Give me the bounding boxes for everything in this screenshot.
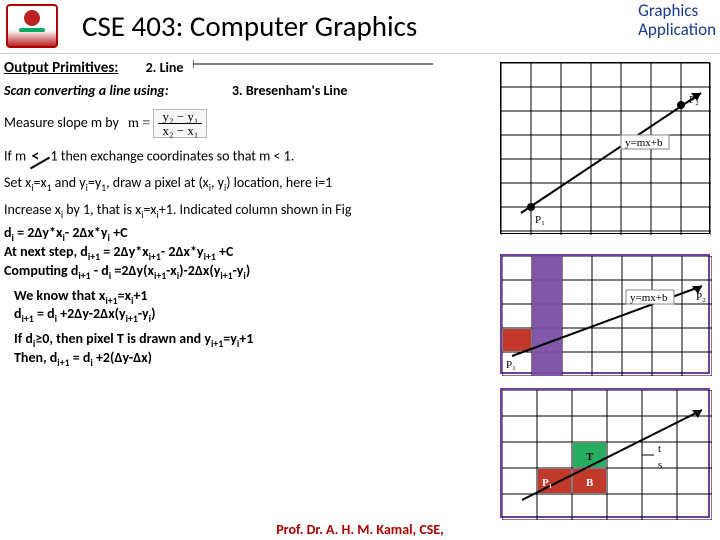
ifm-prefix: If m <box>4 147 26 164</box>
university-logo <box>6 4 58 48</box>
t: At next step, d <box>4 243 88 260</box>
t: d <box>4 224 12 241</box>
t: = <box>14 224 27 241</box>
t: ≥0, then pixel T is drawn and y <box>35 330 211 347</box>
t: Then, d <box>14 349 57 366</box>
m-equals: m = <box>128 116 150 131</box>
t: = <box>100 243 113 260</box>
t: )-2Δx(y <box>179 262 220 279</box>
t: =x <box>34 174 47 191</box>
t: =2Δy(x <box>111 262 154 279</box>
slide-header: CSE 403: Computer Graphics Graphics Appl… <box>0 0 720 54</box>
t: Increase x <box>4 201 61 218</box>
fig1-p2: P₂ <box>689 94 699 106</box>
fig1-eq: y=mx+b <box>625 137 663 149</box>
t: +C <box>216 243 234 260</box>
figure2-svg: y=mx+b P₁ P₂ <box>502 256 712 376</box>
figure3-svg: P₁ T B t s <box>502 390 712 520</box>
row-heading: Output Primitives: 2. Line <box>4 58 524 78</box>
t: ) <box>151 305 155 322</box>
para-ifdi: If di≥0, then pixel T is drawn and yi+1=… <box>14 330 524 368</box>
fig3-b: B <box>586 477 594 489</box>
t: +1 <box>133 287 147 304</box>
fig1-p1: P₁ <box>535 214 545 226</box>
row-ifm: If m 1 then exchange coordinates so that… <box>4 146 524 168</box>
s: i+1 <box>57 357 69 369</box>
topic-badge: Graphics Application <box>632 0 720 45</box>
fraction-numerator: y₂ − y₁ <box>158 110 202 124</box>
footer-author: Prof. Dr. A. H. M. Kamal, CSE, <box>0 521 720 540</box>
t: =y <box>88 174 101 191</box>
slide-body: Output Primitives: 2. Line Scan converti… <box>4 58 524 374</box>
t: =x <box>143 201 156 218</box>
s: i+1 <box>78 270 90 282</box>
scanconvert-prefix: Scan converting a line using: <box>4 82 169 99</box>
line-section-label: 2. Line <box>146 59 184 76</box>
row-increase: Increase xi by 1, that is xi=xi+1. Indic… <box>4 201 524 220</box>
fig3-t-side: t <box>658 443 661 455</box>
t: 2Δx*y <box>168 243 203 260</box>
line-annotation-tick <box>193 58 433 70</box>
s: i+1 <box>154 270 166 282</box>
t: -y <box>138 305 149 322</box>
t: -x <box>166 262 176 279</box>
t: Computing d <box>4 262 78 279</box>
t: - d <box>91 262 109 279</box>
t: ) <box>246 262 250 279</box>
t: 2Δy*x <box>113 243 148 260</box>
fig3-t: T <box>586 451 594 463</box>
t: 2Δy*x <box>27 224 62 241</box>
t: +1 <box>239 330 253 347</box>
slope-fraction: y₂ − y₁ x₂ − x₁ <box>153 109 207 138</box>
s: i+1 <box>22 313 34 325</box>
t: by 1, that is x <box>63 201 141 218</box>
t: +1. Indicated column shown in Fig <box>159 201 352 218</box>
fraction-denominator: x₂ − x₁ <box>158 124 202 137</box>
t: 2Δx*y <box>72 224 107 241</box>
t: = d <box>70 349 91 366</box>
fig2-p1: P₁ <box>506 359 516 371</box>
t: If d <box>14 330 33 347</box>
fig3-s-side: s <box>658 459 662 471</box>
output-primitives-label: Output Primitives: <box>4 59 118 77</box>
t: +2Δy-2Δx(y <box>57 305 126 322</box>
s: i+1 <box>211 338 223 350</box>
figure1-svg: y=mx+b P₁ P₂ <box>501 63 711 235</box>
not-less-than-symbol <box>29 146 47 168</box>
fig3-p1: P₁ <box>542 477 552 489</box>
para-di: di = 2Δy*xi- 2Δx*yi +C At next step, di+… <box>4 224 524 281</box>
t: +2(Δy-Δx) <box>93 349 152 366</box>
t: -y <box>233 262 244 279</box>
s: i+1 <box>126 313 138 325</box>
t: ) location, here i=1 <box>226 174 332 191</box>
t: Set x <box>4 174 31 191</box>
t: , y <box>211 174 224 191</box>
figure-highlight-column: y=mx+b P₁ P₂ <box>500 254 710 374</box>
t: and y <box>52 174 86 191</box>
fig2-eq: y=mx+b <box>630 292 668 304</box>
para-weknow: We know that xi+1=xi+1 di+1 = di +2Δy-2Δ… <box>14 287 524 325</box>
t: =x <box>118 287 131 304</box>
course-title: CSE 403: Computer Graphics <box>82 8 417 44</box>
t: , draw a pixel at (x <box>106 174 209 191</box>
t: +C <box>110 224 128 241</box>
row-setxy: Set xi=x1 and yi=y1, draw a pixel at (xi… <box>4 174 524 193</box>
bresenham-label: 3. Bresenham's Line <box>232 82 348 99</box>
t: We know that x <box>14 287 105 304</box>
row-scanconvert: Scan converting a line using: 3. Bresenh… <box>4 82 524 101</box>
measure-prefix: Measure slope m by <box>4 114 119 131</box>
fig2-p2: P₂ <box>696 291 706 303</box>
t: = d <box>34 305 55 322</box>
s: i+1 <box>220 270 232 282</box>
figure-t-b-pixels: P₁ T B t s <box>500 388 710 518</box>
badge-line-2: Application <box>638 19 716 40</box>
row-measure-slope: Measure slope m by m = y₂ − y₁ x₂ − x₁ <box>4 109 524 138</box>
figure-line-grid: y=mx+b P₁ P₂ <box>500 62 710 234</box>
t: d <box>14 305 22 322</box>
ifm-suffix: 1 then exchange coordinates so that m < … <box>51 147 295 164</box>
t: =y <box>223 330 237 347</box>
